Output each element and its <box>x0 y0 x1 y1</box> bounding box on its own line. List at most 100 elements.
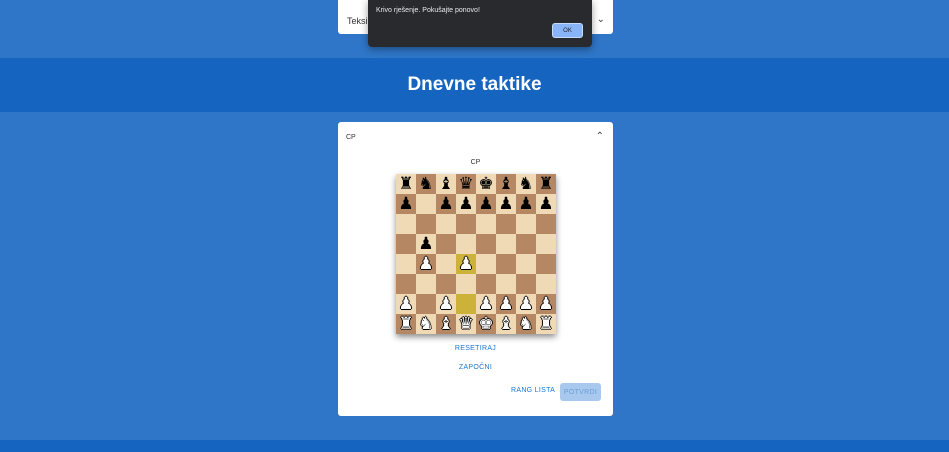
board-square[interactable] <box>456 274 476 294</box>
chess-piece[interactable]: ♞ <box>518 175 533 193</box>
chevron-down-icon[interactable]: ⌄ <box>597 14 605 25</box>
chess-piece[interactable]: ♝ <box>438 175 453 193</box>
board-square[interactable]: ♟ <box>496 294 516 314</box>
chess-piece[interactable]: ♝ <box>498 175 513 193</box>
board-square[interactable] <box>516 274 536 294</box>
board-square[interactable]: ♟ <box>516 294 536 314</box>
board-square[interactable] <box>476 254 496 274</box>
chess-piece[interactable]: ♟ <box>478 195 493 213</box>
chess-piece[interactable]: ♟ <box>418 255 433 273</box>
chess-piece[interactable]: ♚ <box>478 315 493 333</box>
chess-board[interactable]: ♜ ♞ ♝ ♛ ♚ ♝ ♞ ♜ ♟ ♟ ♟ ♟ ♟ ♟ ♟ ♟ ♟ ♟ ♟ ♟ ♟ ♟ ♟ ♟ ♜ ♞ ♝ ♛ ♚ ♝ ♞ ♜ <box>396 174 556 334</box>
board-square[interactable]: ♝ <box>436 314 456 334</box>
chess-piece[interactable]: ♟ <box>498 195 513 213</box>
chess-piece[interactable]: ♛ <box>458 175 473 193</box>
board-square[interactable] <box>516 234 536 254</box>
board-square[interactable]: ♛ <box>456 174 476 194</box>
chess-piece[interactable]: ♟ <box>398 295 413 313</box>
chess-piece[interactable]: ♟ <box>538 295 553 313</box>
board-square[interactable] <box>496 274 516 294</box>
board-square[interactable]: ♝ <box>496 314 516 334</box>
chess-piece[interactable]: ♟ <box>518 195 533 213</box>
board-square[interactable] <box>476 234 496 254</box>
ok-button[interactable]: OK <box>552 23 583 38</box>
board-square[interactable] <box>396 234 416 254</box>
board-square[interactable] <box>416 294 436 314</box>
board-square[interactable] <box>536 254 556 274</box>
chess-piece[interactable]: ♜ <box>538 175 553 193</box>
board-square[interactable]: ♟ <box>456 254 476 274</box>
board-square[interactable] <box>416 274 436 294</box>
board-square[interactable] <box>496 234 516 254</box>
board-square[interactable]: ♟ <box>396 194 416 214</box>
board-square[interactable]: ♟ <box>476 194 496 214</box>
rank-list-button[interactable]: RANG LISTA <box>511 387 555 394</box>
board-square[interactable] <box>516 214 536 234</box>
board-square[interactable]: ♟ <box>436 294 456 314</box>
board-square[interactable] <box>396 274 416 294</box>
board-square[interactable] <box>436 214 456 234</box>
board-square[interactable]: ♟ <box>536 294 556 314</box>
board-square[interactable]: ♟ <box>456 194 476 214</box>
board-square[interactable] <box>496 214 516 234</box>
board-square[interactable]: ♟ <box>516 194 536 214</box>
chess-piece[interactable]: ♜ <box>398 175 413 193</box>
chess-piece[interactable]: ♟ <box>478 295 493 313</box>
chess-piece[interactable]: ♟ <box>398 195 413 213</box>
reset-button[interactable]: RESETIRAJ <box>338 345 613 352</box>
board-square[interactable]: ♞ <box>516 314 536 334</box>
chess-piece[interactable]: ♟ <box>458 255 473 273</box>
board-square[interactable]: ♝ <box>496 174 516 194</box>
confirm-button[interactable]: POTVRDI <box>560 383 601 401</box>
board-square[interactable] <box>416 194 436 214</box>
chess-piece[interactable]: ♟ <box>458 195 473 213</box>
chess-piece[interactable]: ♞ <box>518 315 533 333</box>
chess-piece[interactable]: ♞ <box>418 315 433 333</box>
board-square[interactable] <box>536 234 556 254</box>
chess-piece[interactable]: ♟ <box>498 295 513 313</box>
board-square[interactable]: ♜ <box>536 314 556 334</box>
chevron-up-icon[interactable]: ⌃ <box>596 131 604 142</box>
board-square[interactable]: ♝ <box>436 174 456 194</box>
board-square[interactable] <box>516 254 536 274</box>
chess-piece[interactable]: ♜ <box>398 315 413 333</box>
chess-piece[interactable]: ♟ <box>538 195 553 213</box>
chess-piece[interactable]: ♟ <box>438 295 453 313</box>
chess-piece[interactable]: ♝ <box>498 315 513 333</box>
board-square[interactable] <box>456 294 476 314</box>
chess-piece[interactable]: ♚ <box>478 175 493 193</box>
chess-piece[interactable]: ♟ <box>418 235 433 253</box>
board-square[interactable] <box>436 274 456 294</box>
board-square[interactable]: ♟ <box>396 294 416 314</box>
chess-piece[interactable]: ♞ <box>418 175 433 193</box>
board-square[interactable]: ♚ <box>476 314 496 334</box>
chess-piece[interactable]: ♛ <box>458 315 473 333</box>
board-square[interactable]: ♚ <box>476 174 496 194</box>
board-square[interactable]: ♟ <box>496 194 516 214</box>
board-square[interactable]: ♜ <box>396 314 416 334</box>
board-square[interactable]: ♟ <box>416 254 436 274</box>
board-square[interactable] <box>436 254 456 274</box>
board-square[interactable] <box>476 274 496 294</box>
board-square[interactable] <box>456 214 476 234</box>
board-square[interactable] <box>476 214 496 234</box>
board-square[interactable]: ♛ <box>456 314 476 334</box>
board-square[interactable] <box>536 274 556 294</box>
board-square[interactable] <box>456 234 476 254</box>
board-square[interactable]: ♟ <box>416 234 436 254</box>
chess-piece[interactable]: ♜ <box>538 315 553 333</box>
board-square[interactable]: ♟ <box>476 294 496 314</box>
board-square[interactable] <box>396 254 416 274</box>
board-square[interactable]: ♜ <box>536 174 556 194</box>
board-square[interactable]: ♜ <box>396 174 416 194</box>
board-square[interactable]: ♞ <box>416 314 436 334</box>
board-square[interactable]: ♞ <box>416 174 436 194</box>
chess-piece[interactable]: ♟ <box>438 195 453 213</box>
board-square[interactable]: ♟ <box>436 194 456 214</box>
board-square[interactable] <box>396 214 416 234</box>
board-square[interactable] <box>416 214 436 234</box>
start-button[interactable]: ZAPOČNI <box>338 364 613 371</box>
chess-piece[interactable]: ♟ <box>518 295 533 313</box>
board-square[interactable] <box>536 214 556 234</box>
board-square[interactable]: ♟ <box>536 194 556 214</box>
